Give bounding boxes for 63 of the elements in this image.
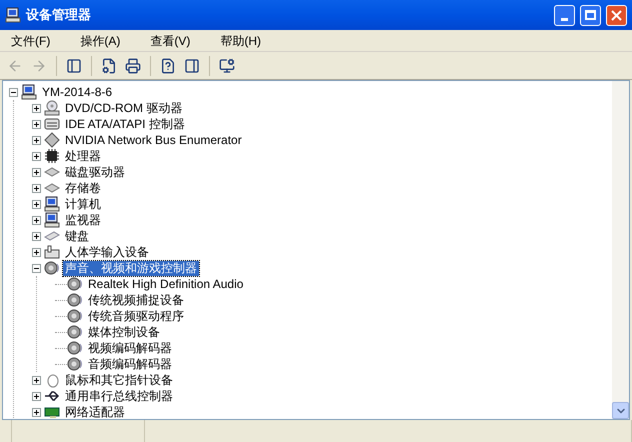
tree-item[interactable]: 鼠标和其它指针设备 (63, 372, 175, 388)
input-device-icon (44, 244, 60, 260)
monitor-icon (219, 58, 235, 74)
computer-icon (21, 84, 37, 100)
tree-item[interactable]: NVIDIA Network Bus Enumerator (63, 132, 244, 148)
expand-toggle[interactable] (32, 248, 41, 256)
tree-item[interactable]: YM-2014-8-6 (40, 84, 114, 100)
controller-icon (44, 116, 60, 132)
menu-item[interactable]: 文件(F) (4, 32, 58, 50)
close-icon (611, 10, 622, 20)
collapse-toggle[interactable] (9, 88, 18, 96)
scrollbar[interactable] (612, 81, 629, 419)
expand-toggle[interactable] (32, 136, 41, 144)
close-button[interactable] (606, 4, 627, 26)
scroll-down-button[interactable] (612, 402, 629, 419)
expand-toggle[interactable] (32, 152, 41, 160)
minimize-button[interactable] (554, 4, 575, 26)
tree-item[interactable]: 通用串行总线控制器 (63, 388, 175, 404)
printer-icon (125, 58, 141, 74)
maximize-button[interactable] (580, 4, 601, 26)
tree-item[interactable]: 计算机 (63, 196, 103, 212)
computer-icon (5, 7, 21, 23)
computer-icon (44, 196, 60, 212)
expand-toggle[interactable] (32, 200, 41, 208)
expand-toggle[interactable] (32, 168, 41, 176)
tree-item[interactable]: IDE ATA/ATAPI 控制器 (63, 116, 187, 132)
tree-item[interactable]: 键盘 (63, 228, 91, 244)
computer-icon (44, 212, 60, 228)
tree-item[interactable]: DVD/CD-ROM 驱动器 (63, 100, 184, 116)
tree-item[interactable]: 传统音频驱动程序 (86, 308, 186, 324)
tree-item[interactable]: 监视器 (63, 212, 103, 228)
expand-toggle[interactable] (32, 104, 41, 112)
tree-item[interactable]: 人体学输入设备 (63, 244, 151, 260)
expand-toggle[interactable] (32, 184, 41, 192)
menu-item[interactable]: 帮助(H) (213, 32, 268, 50)
expand-toggle[interactable] (32, 408, 41, 416)
panel-icon (184, 58, 200, 74)
tree-item[interactable]: 处理器 (63, 148, 103, 164)
diamond-icon (44, 132, 60, 148)
tree-item[interactable]: 磁盘驱动器 (63, 164, 127, 180)
tree-item[interactable]: Realtek High Definition Audio (86, 276, 246, 292)
properties-icon (101, 58, 117, 74)
expand-toggle[interactable] (32, 216, 41, 224)
tree-item[interactable]: 传统视频捕捉设备 (86, 292, 186, 308)
speaker-icon (44, 260, 60, 276)
tree-item[interactable]: 音频编码解码器 (86, 356, 174, 372)
expand-toggle[interactable] (32, 376, 41, 384)
expand-toggle[interactable] (32, 392, 41, 400)
tree-item[interactable]: 声音、视频和游戏控制器 (63, 260, 199, 276)
tree-item[interactable]: 网络适配器 (63, 404, 127, 419)
expand-toggle[interactable] (32, 120, 41, 128)
disc-drive-icon (44, 100, 60, 116)
help-icon (160, 58, 176, 74)
chip-icon (44, 148, 60, 164)
menu-item[interactable]: 操作(A) (73, 32, 128, 50)
collapse-toggle[interactable] (32, 264, 41, 272)
expand-toggle[interactable] (32, 232, 41, 240)
menu-item[interactable]: 查看(V) (143, 32, 198, 50)
panel-icon (66, 58, 82, 74)
tree-item[interactable]: 视频编码解码器 (86, 340, 174, 356)
tree-item[interactable]: 媒体控制设备 (86, 324, 162, 340)
window-title: 设备管理器 (26, 6, 91, 24)
tree-item[interactable]: 存储卷 (63, 180, 103, 196)
